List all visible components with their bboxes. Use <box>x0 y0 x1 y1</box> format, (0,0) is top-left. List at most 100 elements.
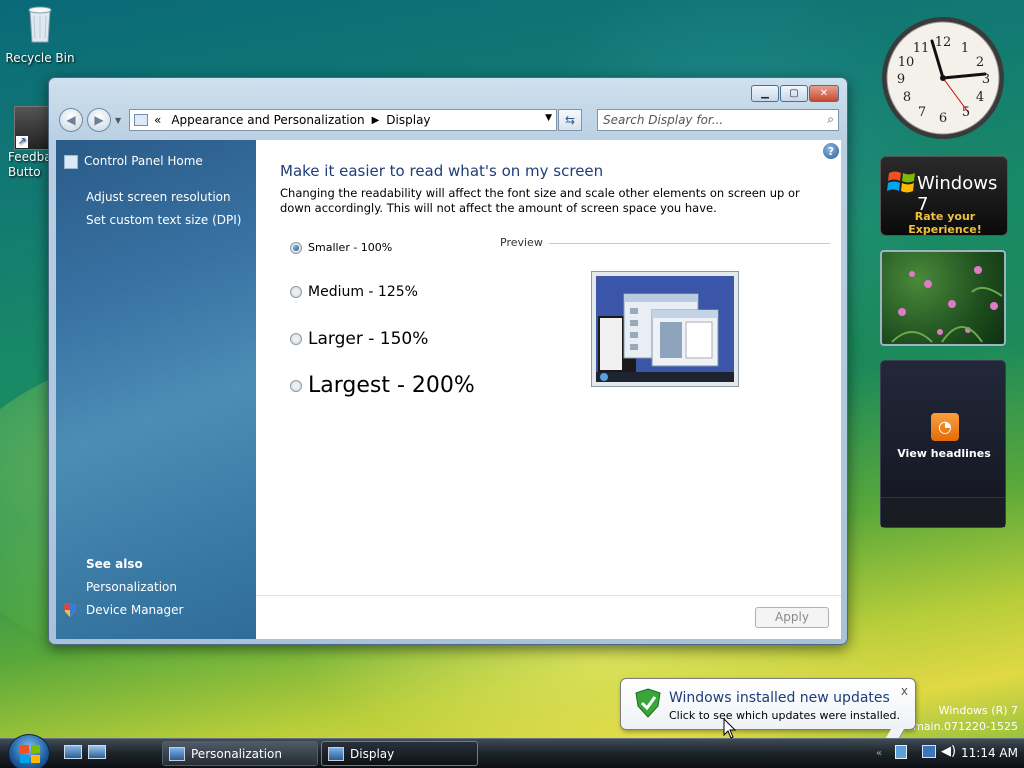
taskbar-clock[interactable]: 11:14 AM <box>961 746 1018 760</box>
taskbar-button-personalization[interactable]: Personalization <box>162 741 318 766</box>
svg-text:4: 4 <box>976 90 984 105</box>
svg-text:9: 9 <box>897 72 905 87</box>
option-label: Larger - 150% <box>308 329 429 349</box>
windows7-brand: Windows 7 <box>917 173 998 215</box>
build-watermark-line2: main.071220-1525 <box>913 720 1018 733</box>
option-label: Medium - 125% <box>308 284 418 300</box>
security-shield-check-icon <box>635 688 661 718</box>
address-dropdown-icon[interactable]: ▼ <box>545 113 552 123</box>
mouse-cursor-icon <box>723 718 737 739</box>
option-largest[interactable]: Largest - 200% <box>290 373 475 398</box>
svg-text:7: 7 <box>918 105 926 120</box>
display-window: ▁ ▢ ✕ ◀ ▶ ▼ « Appearance and Personaliza… <box>48 77 848 645</box>
svg-text:11: 11 <box>913 41 930 56</box>
maximize-button[interactable]: ▢ <box>780 85 808 102</box>
breadcrumb-separator-icon[interactable]: ▶ <box>372 115 380 126</box>
clock-gadget[interactable]: 12 12 345 678 91011 <box>880 16 1008 142</box>
option-label: Largest - 200% <box>308 373 475 398</box>
start-button[interactable] <box>8 734 50 768</box>
svg-text:10: 10 <box>898 55 915 70</box>
notification-title: Windows installed new updates <box>669 690 890 706</box>
taskbar-button-display[interactable]: Display <box>321 741 478 766</box>
rss-icon: ◔ <box>931 413 959 441</box>
refresh-icon: ⇆ <box>564 113 576 127</box>
footer-divider <box>256 595 841 596</box>
custom-dpi-link[interactable]: Set custom text size (DPI) <box>86 213 241 227</box>
svg-text:12: 12 <box>935 35 952 50</box>
svg-text:5: 5 <box>962 105 970 120</box>
radio-largest[interactable] <box>290 379 302 392</box>
monitor-icon <box>169 746 185 761</box>
recycle-bin-icon <box>28 6 52 43</box>
breadcrumb-display[interactable]: Display <box>386 113 430 127</box>
taskbar-button-label: Personalization <box>191 746 282 761</box>
taskbar <box>0 738 1024 768</box>
see-also-heading: See also <box>86 557 143 571</box>
radio-smaller[interactable] <box>290 241 302 254</box>
content-pane: ? Make it easier to read what's on my sc… <box>256 140 841 639</box>
address-bar[interactable]: « Appearance and Personalization ▶ Displ… <box>129 109 557 131</box>
forward-arrow-icon: ▶ <box>94 113 104 127</box>
adjust-resolution-link[interactable]: Adjust screen resolution <box>86 190 231 204</box>
apply-button[interactable]: Apply <box>755 607 829 628</box>
option-medium[interactable]: Medium - 125% <box>290 284 418 300</box>
maximize-icon: ▢ <box>789 88 799 99</box>
control-panel-home-icon <box>64 155 78 169</box>
preview-divider <box>500 243 830 244</box>
radio-medium[interactable] <box>290 286 302 298</box>
preview-label: Preview <box>500 236 549 249</box>
switch-windows-icon[interactable] <box>88 745 106 759</box>
build-watermark-line1: Windows (R) 7 <box>938 704 1018 717</box>
forward-button[interactable]: ▶ <box>87 108 111 132</box>
option-larger[interactable]: Larger - 150% <box>290 329 428 349</box>
back-button[interactable]: ◀ <box>59 108 83 132</box>
search-input[interactable]: Search Display for... ⌕ <box>597 109 839 131</box>
help-icon[interactable]: ? <box>823 143 839 159</box>
device-manager-link[interactable]: Device Manager <box>86 603 183 617</box>
network-icon[interactable] <box>922 745 936 758</box>
preview-image <box>591 271 739 387</box>
breadcrumb-appearance[interactable]: Appearance and Personalization <box>171 113 364 127</box>
minimize-button[interactable]: ▁ <box>751 85 779 102</box>
recent-pages-dropdown[interactable]: ▼ <box>115 116 121 125</box>
show-hidden-icons-chevron-icon[interactable]: « <box>876 748 882 759</box>
notification-subtitle[interactable]: Click to see which updates were installe… <box>669 709 900 722</box>
notification-close-icon[interactable]: x <box>901 684 908 698</box>
show-desktop-icon[interactable] <box>64 745 82 759</box>
windows-logo-icon <box>887 171 915 193</box>
close-button[interactable]: ✕ <box>809 85 839 102</box>
option-label: Smaller - 100% <box>308 241 393 254</box>
update-tray-icon[interactable] <box>895 745 907 759</box>
update-notification-balloon[interactable]: Windows installed new updates Click to s… <box>620 678 916 743</box>
option-smaller[interactable]: Smaller - 100% <box>290 241 392 254</box>
feed-headlines-gadget[interactable]: ◔ View headlines <box>880 360 1006 528</box>
slideshow-gadget[interactable] <box>880 250 1006 346</box>
windows7-gadget[interactable]: Windows 7 Rate your Experience! <box>880 156 1008 236</box>
uac-shield-icon <box>64 603 76 617</box>
view-headlines-link[interactable]: View headlines <box>881 447 1007 460</box>
control-panel-home-link[interactable]: Control Panel Home <box>84 154 203 168</box>
taskbar-button-label: Display <box>350 746 395 761</box>
svg-text:2: 2 <box>976 55 984 70</box>
shortcut-icon: ↗ <box>14 106 50 150</box>
address-chevron[interactable]: « <box>154 113 161 127</box>
flower-photo <box>891 266 1003 343</box>
page-title: Make it easier to read what's on my scre… <box>280 162 604 180</box>
search-icon[interactable]: ⌕ <box>827 112 834 127</box>
search-placeholder: Search Display for... <box>603 113 724 127</box>
svg-text:8: 8 <box>903 90 911 105</box>
volume-icon[interactable]: ◀) <box>941 744 956 759</box>
windows-logo-icon <box>20 745 40 763</box>
desktop-icon-recycle-bin[interactable]: Recycle Bin <box>0 2 80 65</box>
sidebar: Control Panel Home Adjust screen resolut… <box>56 140 256 639</box>
rate-experience-link[interactable]: Rate your Experience! <box>881 210 1009 236</box>
svg-text:6: 6 <box>939 111 947 126</box>
back-arrow-icon: ◀ <box>66 113 76 127</box>
radio-larger[interactable] <box>290 333 302 345</box>
desktop-icon-label: Recycle Bin <box>5 51 75 65</box>
refresh-button[interactable]: ⇆ <box>558 109 582 131</box>
page-description: Changing the readability will affect the… <box>280 186 800 215</box>
svg-text:1: 1 <box>961 41 969 56</box>
personalization-link[interactable]: Personalization <box>86 580 177 594</box>
control-panel-icon <box>134 114 148 126</box>
